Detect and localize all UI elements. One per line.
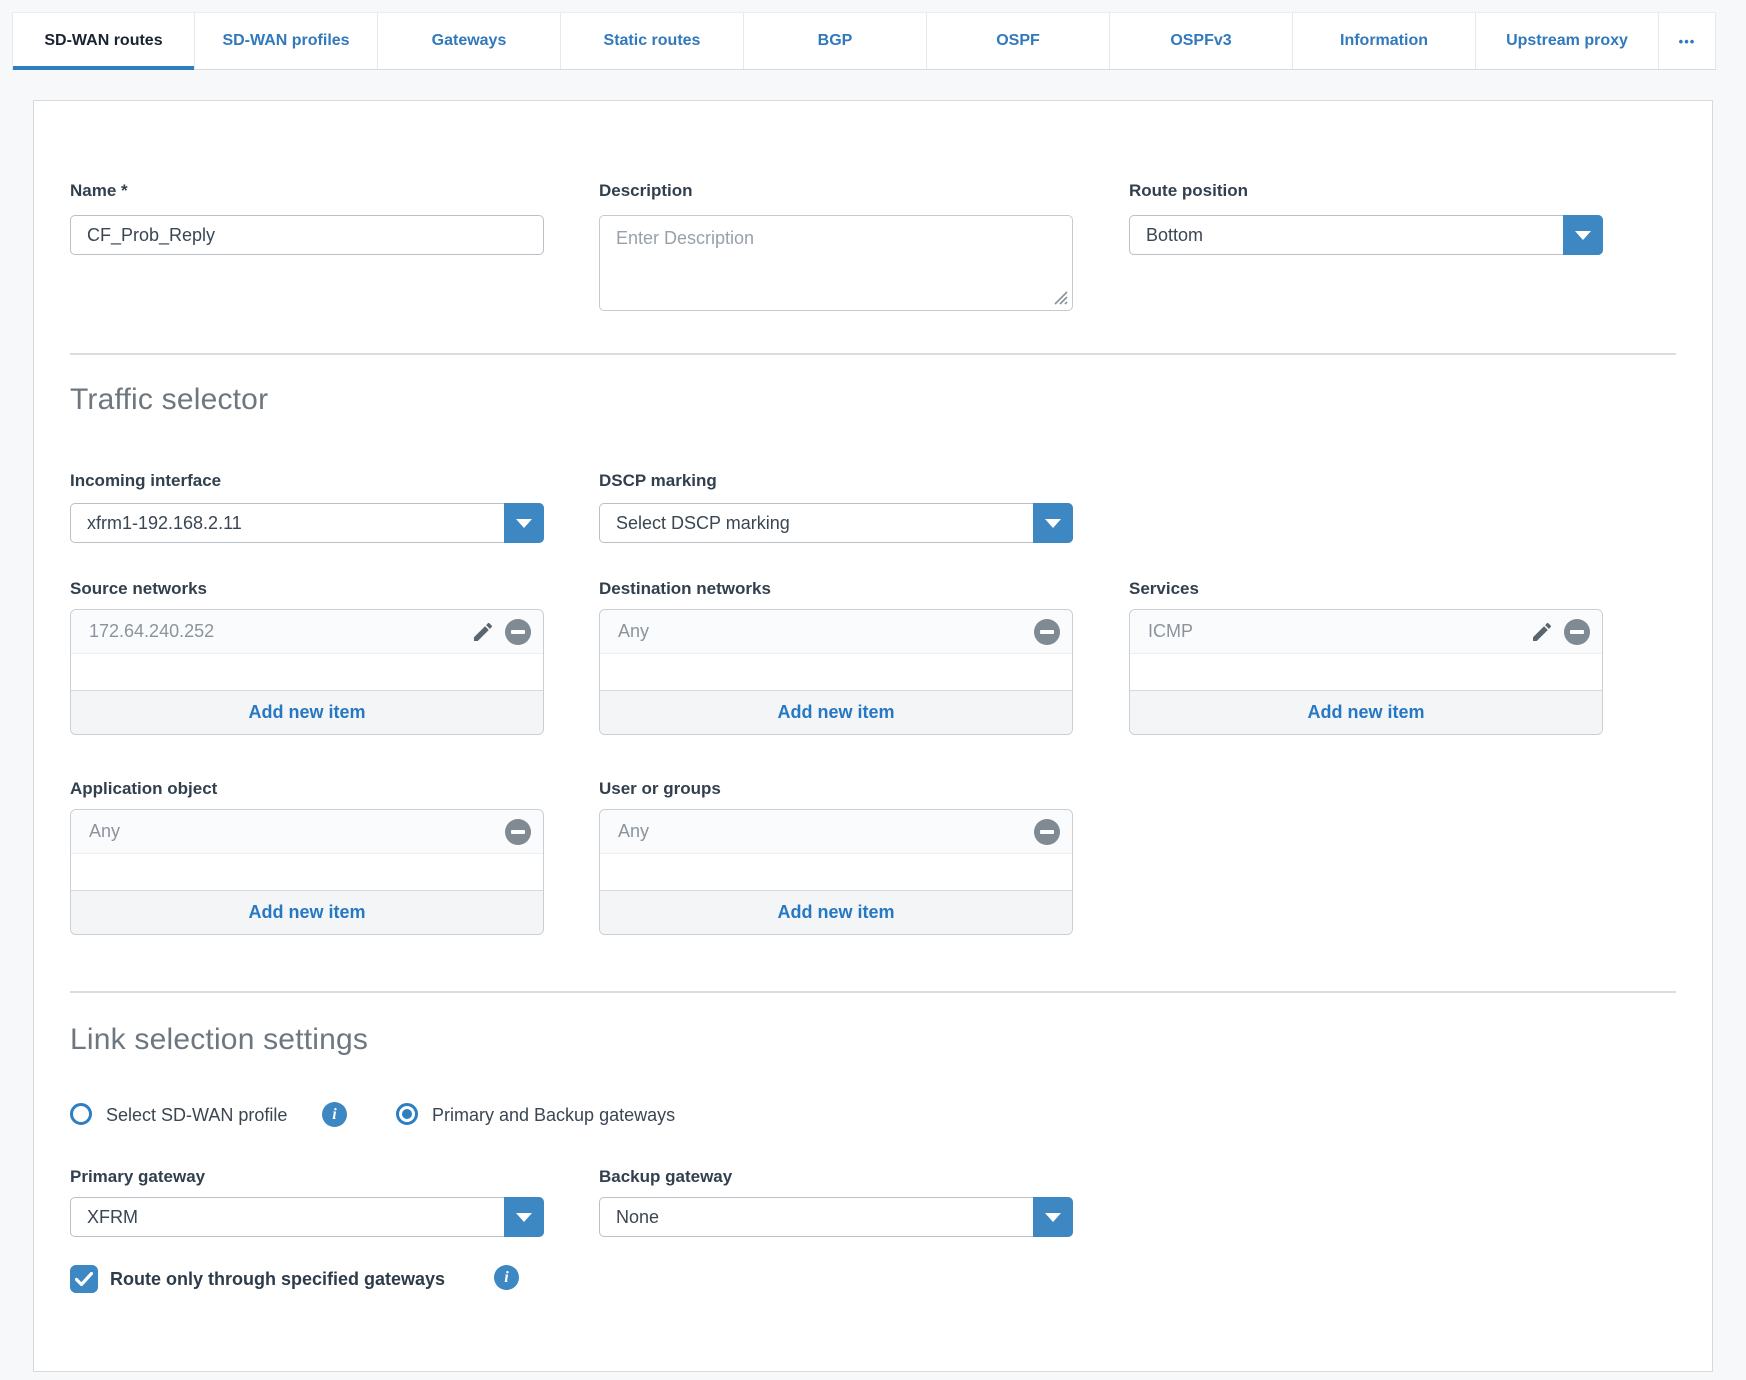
route-position-value: Bottom xyxy=(1146,225,1204,245)
incoming-interface-value: xfrm1-192.168.2.11 xyxy=(87,513,242,533)
chevron-down-icon[interactable] xyxy=(1563,215,1603,255)
empty-list-space xyxy=(1130,654,1602,690)
tab-bgp[interactable]: BGP xyxy=(744,12,927,69)
remove-minus-icon[interactable] xyxy=(505,618,531,645)
application-object-box: Any Add new item xyxy=(70,809,544,935)
list-item-text: Any xyxy=(89,821,121,841)
services-box: ICMP Add new item xyxy=(1129,609,1603,735)
remove-minus-icon[interactable] xyxy=(505,818,531,845)
dscp-marking-dropdown[interactable]: Select DSCP marking xyxy=(599,503,1073,543)
add-new-item-button[interactable]: Add new item xyxy=(71,690,543,734)
name-input[interactable] xyxy=(70,215,544,255)
tab-information[interactable]: Information xyxy=(1293,12,1476,69)
backup-gateway-dropdown[interactable]: None xyxy=(599,1197,1073,1237)
description-label: Description xyxy=(599,181,693,200)
empty-list-space xyxy=(71,654,543,690)
radio-select-sd-wan-profile-label: Select SD-WAN profile xyxy=(106,1105,288,1125)
route-only-checkbox[interactable] xyxy=(70,1265,98,1293)
checkmark-icon xyxy=(75,1272,93,1286)
edit-pencil-icon[interactable] xyxy=(1530,620,1554,644)
sd-wan-route-form-panel: Name * Description Route position Bottom… xyxy=(33,100,1713,1372)
add-new-item-button[interactable]: Add new item xyxy=(600,890,1072,934)
description-textarea[interactable] xyxy=(599,215,1073,311)
list-item: ICMP xyxy=(1130,610,1602,654)
incoming-interface-label: Incoming interface xyxy=(70,471,222,490)
name-label: Name * xyxy=(70,181,128,200)
backup-gateway-value: None xyxy=(616,1207,660,1227)
radio-primary-and-backup-gateways[interactable] xyxy=(396,1103,418,1125)
empty-list-space xyxy=(600,654,1072,690)
empty-list-space xyxy=(71,854,543,890)
remove-minus-icon[interactable] xyxy=(1034,618,1060,645)
primary-gateway-dropdown[interactable]: XFRM xyxy=(70,1197,544,1237)
backup-gateway-label: Backup gateway xyxy=(599,1167,733,1186)
tab-ospfv3[interactable]: OSPFv3 xyxy=(1110,12,1293,69)
route-position-dropdown[interactable]: Bottom xyxy=(1129,215,1603,255)
chevron-down-icon[interactable] xyxy=(504,1197,544,1237)
tab-sd-wan-profiles[interactable]: SD-WAN profiles xyxy=(195,12,378,69)
tab-gateways[interactable]: Gateways xyxy=(378,12,561,69)
dscp-marking-label: DSCP marking xyxy=(599,471,717,490)
add-new-item-button[interactable]: Add new item xyxy=(1130,690,1602,734)
dscp-marking-value: Select DSCP marking xyxy=(616,513,790,533)
add-new-item-button[interactable]: Add new item xyxy=(71,890,543,934)
tab-upstream-proxy[interactable]: Upstream proxy xyxy=(1476,12,1659,69)
source-networks-box: 172.64.240.252 Add new item xyxy=(70,609,544,735)
user-or-groups-label: User or groups xyxy=(599,779,721,798)
list-item-text: ICMP xyxy=(1148,621,1193,641)
tab-sd-wan-routes[interactable]: SD-WAN routes xyxy=(12,12,195,70)
list-item: Any xyxy=(71,810,543,854)
source-networks-label: Source networks xyxy=(70,579,207,598)
info-icon[interactable]: i xyxy=(322,1102,347,1127)
add-new-item-button[interactable]: Add new item xyxy=(600,690,1072,734)
more-tabs-ellipsis-icon[interactable]: ••• xyxy=(1659,12,1716,69)
list-item: 172.64.240.252 xyxy=(71,610,543,654)
user-or-groups-box: Any Add new item xyxy=(599,809,1073,935)
edit-pencil-icon[interactable] xyxy=(471,620,495,644)
incoming-interface-dropdown[interactable]: xfrm1-192.168.2.11 xyxy=(70,503,544,543)
section-divider xyxy=(70,353,1676,355)
remove-minus-icon[interactable] xyxy=(1564,618,1590,645)
tab-ospf[interactable]: OSPF xyxy=(927,12,1110,69)
route-position-label: Route position xyxy=(1129,181,1248,200)
chevron-down-icon[interactable] xyxy=(1033,503,1073,543)
tab-static-routes[interactable]: Static routes xyxy=(561,12,744,69)
list-item-text: Any xyxy=(618,621,650,641)
section-divider xyxy=(70,991,1676,993)
resize-grip-icon[interactable] xyxy=(1051,288,1068,305)
list-item-text: Any xyxy=(618,821,650,841)
primary-gateway-label: Primary gateway xyxy=(70,1167,206,1186)
tab-bar: SD-WAN routes SD-WAN profiles Gateways S… xyxy=(12,12,1716,70)
route-only-checkbox-label: Route only through specified gateways xyxy=(110,1269,446,1289)
application-object-label: Application object xyxy=(70,779,218,798)
chevron-down-icon[interactable] xyxy=(1033,1197,1073,1237)
traffic-selector-heading: Traffic selector xyxy=(70,383,269,416)
services-label: Services xyxy=(1129,579,1199,598)
link-selection-heading: Link selection settings xyxy=(70,1023,369,1056)
chevron-down-icon[interactable] xyxy=(504,503,544,543)
description-field-wrapper xyxy=(599,215,1073,311)
destination-networks-box: Any Add new item xyxy=(599,609,1073,735)
list-item: Any xyxy=(600,810,1072,854)
radio-primary-and-backup-gateways-label: Primary and Backup gateways xyxy=(432,1105,676,1125)
destination-networks-label: Destination networks xyxy=(599,579,771,598)
list-item-text: 172.64.240.252 xyxy=(89,621,215,641)
empty-list-space xyxy=(600,854,1072,890)
primary-gateway-value: XFRM xyxy=(87,1207,138,1227)
info-icon[interactable]: i xyxy=(494,1265,519,1290)
list-item: Any xyxy=(600,610,1072,654)
remove-minus-icon[interactable] xyxy=(1034,818,1060,845)
radio-select-sd-wan-profile[interactable] xyxy=(70,1103,92,1125)
